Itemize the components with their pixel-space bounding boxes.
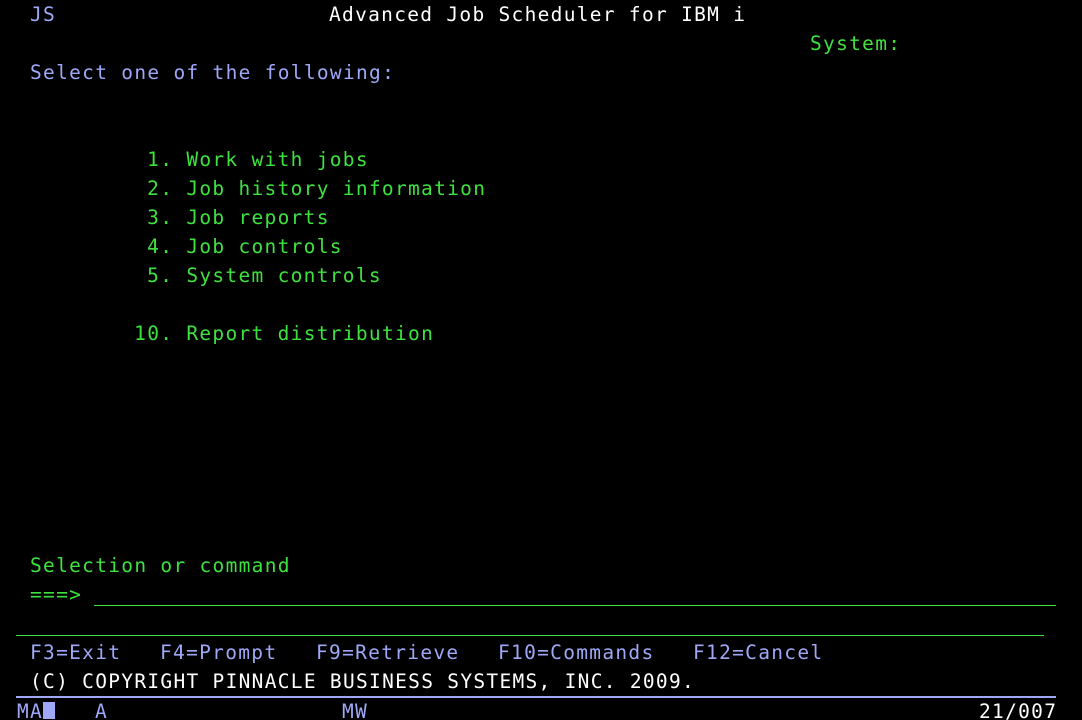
menu-item-job-history-information[interactable]: 2. Job history information <box>95 145 486 200</box>
menu-item-job-controls[interactable]: 4. Job controls <box>95 203 343 258</box>
cursor-block <box>43 702 55 719</box>
status-indicator-mw: MW <box>342 700 369 720</box>
status-bar-line <box>16 696 1056 698</box>
command-prompt: ===> <box>30 583 83 606</box>
copyright-text: (C) COPYRIGHT PINNACLE BUSINESS SYSTEMS,… <box>30 670 696 693</box>
menu-item-system-controls[interactable]: 5. System controls <box>95 232 382 287</box>
menu-item-work-with-jobs[interactable]: 1. Work with jobs <box>95 116 369 171</box>
f3-exit-key[interactable]: F3=Exit <box>30 638 121 667</box>
menu-item-report-distribution[interactable]: 10. Report distribution <box>82 290 434 345</box>
menu-item-label: System controls <box>186 264 382 287</box>
system-label: System: <box>810 32 902 55</box>
status-indicator-a: A <box>95 700 109 720</box>
menu-item-job-reports[interactable]: 3. Job reports <box>95 174 330 229</box>
screen-title: Advanced Job Scheduler for IBM i <box>329 3 747 26</box>
command-input[interactable] <box>94 581 1056 606</box>
status-mode: MA <box>17 700 44 720</box>
cursor-position: 21/007 <box>979 700 1058 720</box>
f4-prompt-key[interactable]: F4=Prompt <box>160 638 277 667</box>
menu-item-number: 10. <box>134 322 174 345</box>
program-id: JS <box>30 3 57 26</box>
function-key-separator <box>16 635 1044 636</box>
f10-commands-key[interactable]: F10=Commands <box>498 638 654 667</box>
menu-item-number: 5. <box>147 264 174 287</box>
f9-retrieve-key[interactable]: F9=Retrieve <box>316 638 459 667</box>
command-label: Selection or command <box>30 554 291 577</box>
menu-item-label: Report distribution <box>186 322 435 345</box>
instruction-text: Select one of the following: <box>30 61 396 84</box>
f12-cancel-key[interactable]: F12=Cancel <box>693 638 823 667</box>
